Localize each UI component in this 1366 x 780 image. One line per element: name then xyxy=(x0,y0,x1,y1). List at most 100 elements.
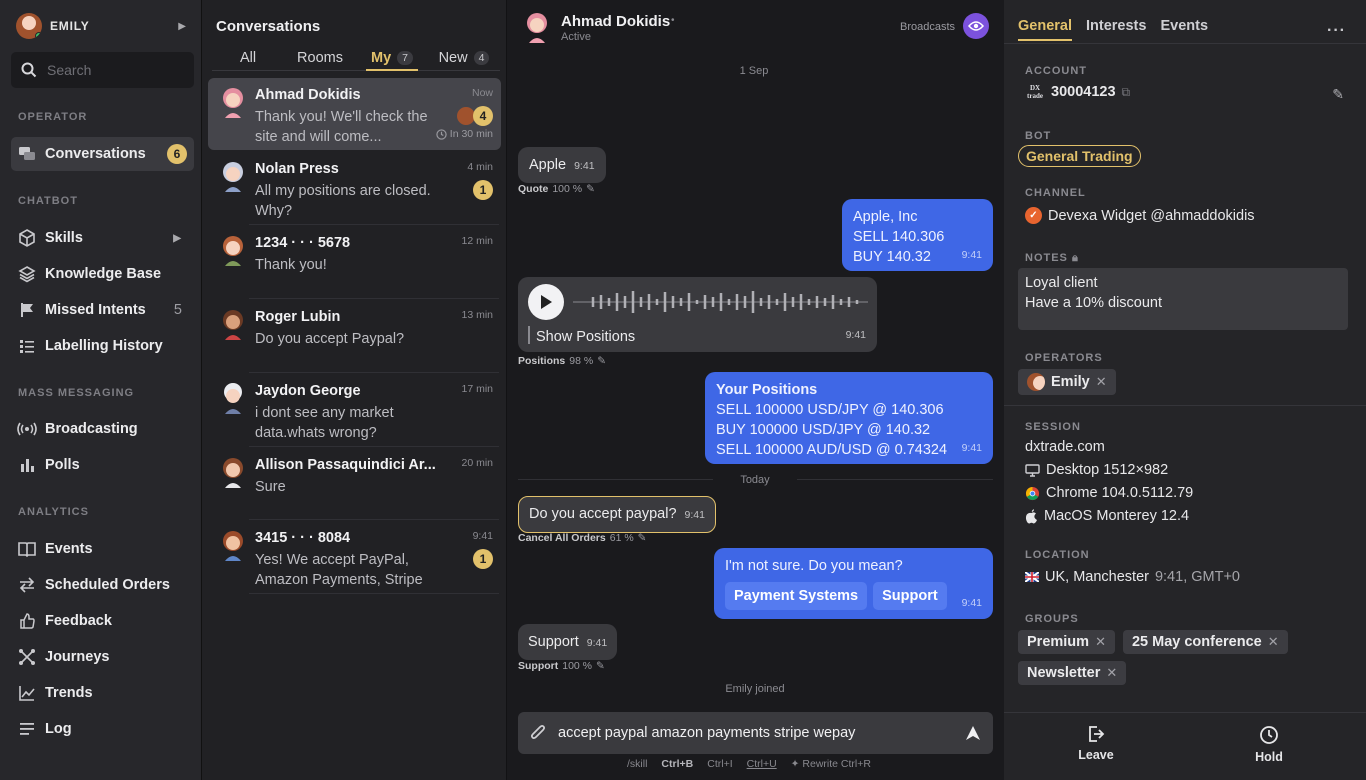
copy-icon[interactable]: ⧉ xyxy=(1122,85,1131,100)
nav-broadcasting-label: Broadcasting xyxy=(45,421,138,437)
outgoing-message[interactable]: Your Positions SELL 100000 USD/JPY @ 140… xyxy=(705,372,993,464)
broadcasts-label[interactable]: Broadcasts xyxy=(900,21,955,33)
more-options-icon[interactable]: ··· xyxy=(1327,22,1346,40)
nav-broadcasting[interactable]: Broadcasting xyxy=(11,412,194,446)
nav-conversations[interactable]: Conversations 6 xyxy=(11,137,194,171)
send-button[interactable] xyxy=(953,713,993,753)
remove-icon[interactable]: ✕ xyxy=(1268,634,1279,650)
nav-knowledge-base[interactable]: Knowledge Base xyxy=(11,257,194,291)
uk-flag-icon xyxy=(1025,572,1039,582)
outgoing-message[interactable]: Apple, Inc SELL 140.306 BUY 140.32 9:41 xyxy=(842,199,993,271)
incoming-message[interactable]: Do you accept paypal? 9:41 xyxy=(518,496,716,533)
nav-missed-intents[interactable]: Missed Intents 5 xyxy=(11,293,194,327)
thumb-icon xyxy=(17,611,37,631)
conversation-item[interactable]: Ahmad Dokidis Thank you! We'll check the… xyxy=(208,78,501,150)
contact-avatar xyxy=(223,531,243,561)
remove-icon[interactable]: ✕ xyxy=(1095,634,1106,650)
account-number: 30004123 xyxy=(1051,84,1116,100)
nav-feedback-label: Feedback xyxy=(45,613,112,629)
notes-field[interactable]: Loyal client Have a 10% discount xyxy=(1018,268,1348,330)
conversation-item[interactable]: Nolan Press All my positions are closed.… xyxy=(208,152,501,224)
shortcut-skill[interactable]: /skill xyxy=(627,758,647,770)
nav-skills[interactable]: Skills ▶ xyxy=(11,221,194,255)
shortcut-italic[interactable]: Ctrl+I xyxy=(707,758,732,770)
nav-events[interactable]: Events xyxy=(11,532,194,566)
play-button[interactable] xyxy=(528,284,564,320)
tab-events[interactable]: Events xyxy=(1160,18,1208,41)
group-chip[interactable]: Newsletter ✕ xyxy=(1018,661,1127,685)
nav-labelling-history[interactable]: Labelling History xyxy=(11,329,194,363)
tab-all[interactable]: All xyxy=(212,45,284,70)
conversation-item[interactable]: Jaydon George i dont see any market data… xyxy=(208,374,501,446)
tab-new[interactable]: New 4 xyxy=(428,45,500,70)
quick-reply-support[interactable]: Support xyxy=(873,582,947,610)
search-input[interactable] xyxy=(47,62,187,78)
conversation-item[interactable]: 1234 · · · 5678 Thank you! 12 min xyxy=(208,226,501,298)
pencil-icon[interactable]: ✎ xyxy=(638,532,647,544)
message-text: Do you accept paypal? xyxy=(529,506,677,522)
book-icon xyxy=(17,539,37,559)
nav-polls[interactable]: Polls xyxy=(11,448,194,482)
divider xyxy=(518,479,713,480)
details-tabs: General Interests Events xyxy=(1018,18,1208,41)
nav-trends[interactable]: Trends xyxy=(11,676,194,710)
shortcut-bold[interactable]: Ctrl+B xyxy=(661,758,693,770)
conversation-time: 13 min xyxy=(461,309,493,321)
incoming-message[interactable]: Apple 9:41 xyxy=(518,147,606,183)
nav-journeys[interactable]: Journeys xyxy=(11,640,194,674)
nav-journeys-label: Journeys xyxy=(45,649,110,665)
chat-contact-name[interactable]: Ahmad Dokidis xyxy=(561,13,670,30)
voice-message[interactable]: Show Positions 9:41 xyxy=(518,277,877,352)
tab-my[interactable]: My 7 xyxy=(356,45,428,71)
conversation-preview: i dont see any market data.whats wrong? xyxy=(255,405,394,441)
section-mass-messaging: MASS MESSAGING xyxy=(18,387,135,399)
conversation-time: 9:41 xyxy=(472,530,493,542)
hold-button[interactable]: Hold xyxy=(1229,725,1309,764)
nav-scheduled-orders[interactable]: Scheduled Orders xyxy=(11,568,194,602)
outgoing-message[interactable]: I'm not sure. Do you mean? Payment Syste… xyxy=(714,548,993,619)
tab-interests[interactable]: Interests xyxy=(1086,18,1146,41)
broadcast-eye-button[interactable] xyxy=(963,13,989,39)
tab-rooms[interactable]: Rooms xyxy=(284,45,356,70)
groups-label: GROUPS xyxy=(1025,613,1079,625)
pencil-icon[interactable]: ✎ xyxy=(586,183,595,195)
search-box[interactable] xyxy=(11,52,194,88)
conversation-item[interactable]: Roger Lubin Do you accept Paypal? 13 min xyxy=(208,300,501,372)
pencil-icon[interactable]: ✎ xyxy=(596,660,605,672)
remove-icon[interactable]: ✕ xyxy=(1106,665,1117,681)
pencil-icon[interactable]: ✎ xyxy=(597,355,606,367)
tab-general[interactable]: General xyxy=(1018,18,1072,41)
remove-icon[interactable]: ✕ xyxy=(1096,374,1107,390)
shortcut-rewrite[interactable]: ✦ Rewrite Ctrl+R xyxy=(791,758,871,770)
channel-value: Devexa Widget @ahmaddokidis xyxy=(1048,207,1255,224)
leave-button[interactable]: Leave xyxy=(1056,725,1136,762)
edit-pencil-icon[interactable]: ✎ xyxy=(1332,86,1344,103)
notes-label-text: NOTES xyxy=(1025,252,1068,264)
divider xyxy=(797,479,993,480)
conversation-item[interactable]: Allison Passaquindici Ar... Sure 20 min xyxy=(208,448,501,520)
nav-log[interactable]: Log xyxy=(11,712,194,746)
group-chip[interactable]: Premium ✕ xyxy=(1018,630,1115,654)
quick-reply-payment-systems[interactable]: Payment Systems xyxy=(725,582,868,610)
tab-my-count: 7 xyxy=(397,50,413,65)
conversation-item[interactable]: 3415 · · · 8084 Yes! We accept PayPal, A… xyxy=(208,521,501,593)
incoming-message[interactable]: Support 9:41 xyxy=(518,624,618,660)
nav-feedback[interactable]: Feedback xyxy=(11,604,194,638)
unread-badge: 4 xyxy=(473,106,493,126)
bot-chip[interactable]: General Trading xyxy=(1018,145,1141,167)
group-chip[interactable]: 25 May conference ✕ xyxy=(1122,630,1288,654)
notes-label: NOTES 🔒︎ xyxy=(1025,252,1079,265)
shortcut-underline[interactable]: Ctrl+U xyxy=(747,758,777,770)
group-name: Premium xyxy=(1027,634,1090,650)
snooze-time: In 30 min xyxy=(449,128,493,140)
attach-icon[interactable] xyxy=(530,724,546,742)
date-separator: Today xyxy=(740,474,770,486)
message-time: 9:41 xyxy=(961,442,982,454)
shortcut-hints: /skill Ctrl+B Ctrl+I Ctrl+U ✦ Rewrite Ct… xyxy=(627,758,871,770)
user-menu[interactable]: EMILY ▶ xyxy=(16,13,186,39)
voice-caption-line xyxy=(528,326,530,344)
message-input[interactable] xyxy=(558,725,953,741)
operator-chip[interactable]: Emily ✕ xyxy=(1018,369,1116,395)
nav-knowledge-base-label: Knowledge Base xyxy=(45,266,162,282)
message-line: SELL 100000 AUD/USD @ 0.74324 xyxy=(716,442,948,458)
